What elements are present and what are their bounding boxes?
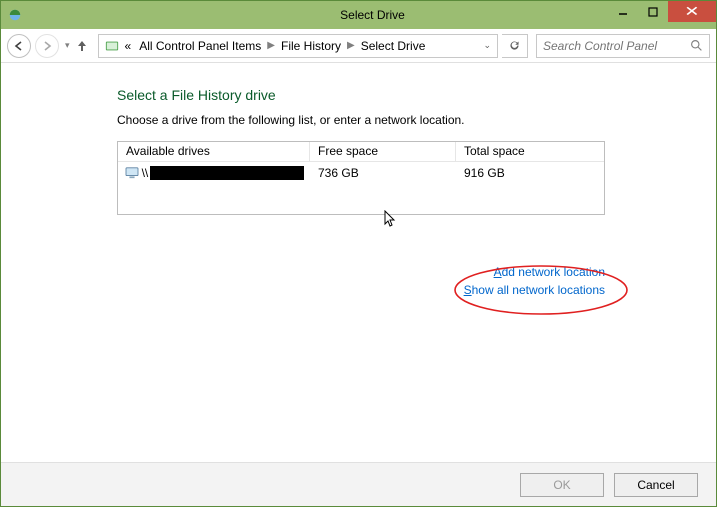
drives-table: Available drives Free space Total space …	[117, 141, 605, 215]
close-button[interactable]: ✕	[668, 1, 716, 22]
ok-button[interactable]: OK	[520, 473, 604, 497]
chevron-right-icon: ▶	[345, 40, 357, 51]
control-panel-icon	[103, 39, 121, 53]
add-network-link[interactable]: Add network location	[494, 265, 605, 279]
up-button[interactable]	[76, 39, 94, 53]
show-all-link[interactable]: Show all network locations	[464, 283, 605, 297]
search-box[interactable]	[536, 34, 710, 58]
page-subtext: Choose a drive from the following list, …	[117, 113, 607, 127]
redacted-path	[150, 166, 304, 180]
search-icon	[690, 39, 703, 52]
title-bar[interactable]: Select Drive ✕	[1, 1, 716, 29]
refresh-button[interactable]	[502, 34, 528, 58]
breadcrumb-leaf[interactable]: Select Drive	[357, 39, 430, 53]
page-heading: Select a File History drive	[117, 87, 607, 103]
maximize-button[interactable]	[638, 1, 668, 22]
address-dropdown[interactable]: ⌄	[477, 40, 497, 51]
table-header: Available drives Free space Total space	[118, 142, 604, 162]
col-free[interactable]: Free space	[310, 142, 456, 162]
back-button[interactable]	[7, 34, 31, 58]
breadcrumb-leading[interactable]: «	[121, 39, 136, 53]
computer-icon	[124, 167, 140, 179]
footer-bar: OK Cancel	[1, 462, 716, 506]
forward-button[interactable]	[35, 34, 59, 58]
cancel-button[interactable]: Cancel	[614, 473, 698, 497]
action-links: Add network location Show all network lo…	[117, 265, 605, 297]
window-frame: Select Drive ✕ ▾ « All Control Panel Ite…	[0, 0, 717, 507]
app-icon	[1, 8, 29, 22]
history-dropdown[interactable]: ▾	[63, 40, 72, 51]
breadcrumb-root[interactable]: All Control Panel Items	[135, 39, 265, 53]
drive-path-prefix: \\	[142, 166, 149, 180]
breadcrumb-mid[interactable]: File History	[277, 39, 345, 53]
cursor-icon	[384, 210, 398, 228]
search-input[interactable]	[543, 39, 703, 53]
col-total[interactable]: Total space	[456, 142, 604, 162]
chevron-right-icon: ▶	[265, 40, 277, 51]
address-bar[interactable]: « All Control Panel Items ▶ File History…	[98, 34, 498, 58]
minimize-button[interactable]	[608, 1, 638, 22]
cell-total: 916 GB	[456, 166, 604, 180]
cell-free: 736 GB	[310, 166, 456, 180]
nav-bar: ▾ « All Control Panel Items ▶ File Histo…	[1, 29, 716, 63]
col-available[interactable]: Available drives	[118, 142, 310, 162]
table-row[interactable]: \\ 736 GB 916 GB	[118, 162, 604, 184]
content-area: Select a File History drive Choose a dri…	[1, 63, 716, 462]
